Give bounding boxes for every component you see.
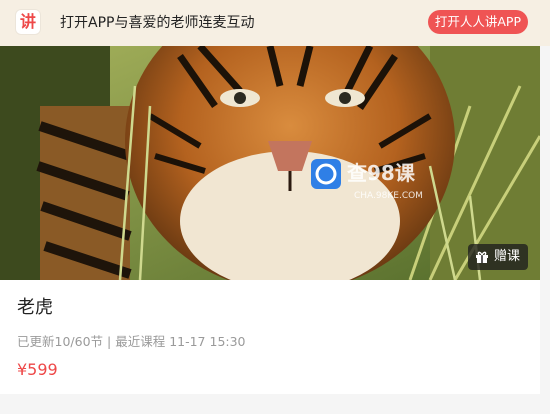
- page: 讲 打开APP与喜爱的老师连麦互动 打开人人讲APP 查98课 CHA.98KE…: [0, 0, 550, 414]
- meta-separator: |: [107, 334, 112, 349]
- course-title[interactable]: 老虎: [17, 296, 53, 320]
- page-bottom-gap: [0, 394, 550, 414]
- app-logo: 讲: [16, 10, 40, 34]
- open-app-button[interactable]: 打开人人讲APP: [427, 10, 528, 34]
- update-progress: 已更新10/60节: [17, 334, 104, 349]
- recent-lesson-time: 最近课程 11-17 15:30: [115, 334, 246, 349]
- app-download-banner[interactable]: 讲 打开APP与喜爱的老师连麦互动 打开人人讲APP: [0, 0, 550, 46]
- course-meta: 已更新10/60节 | 最近课程 11-17 15:30: [17, 333, 246, 351]
- gift-icon: [475, 251, 488, 263]
- tiger-image: 查98课 CHA.98KE.COM: [0, 46, 540, 280]
- gift-course-button[interactable]: 赠课: [467, 244, 528, 270]
- watermark-brand: 查98课: [347, 161, 416, 185]
- gift-button-label: 赠课: [493, 249, 520, 264]
- course-cover-image[interactable]: 查98课 CHA.98KE.COM 赠课: [0, 46, 540, 280]
- watermark-domain: CHA.98KE.COM: [354, 191, 423, 201]
- banner-text: 打开APP与喜爱的老师连麦互动: [60, 15, 255, 31]
- course-card[interactable]: 查98课 CHA.98KE.COM 赠课 老虎 已更新10/60节 | 最近课程…: [0, 46, 540, 394]
- course-price: ¥599: [17, 360, 58, 379]
